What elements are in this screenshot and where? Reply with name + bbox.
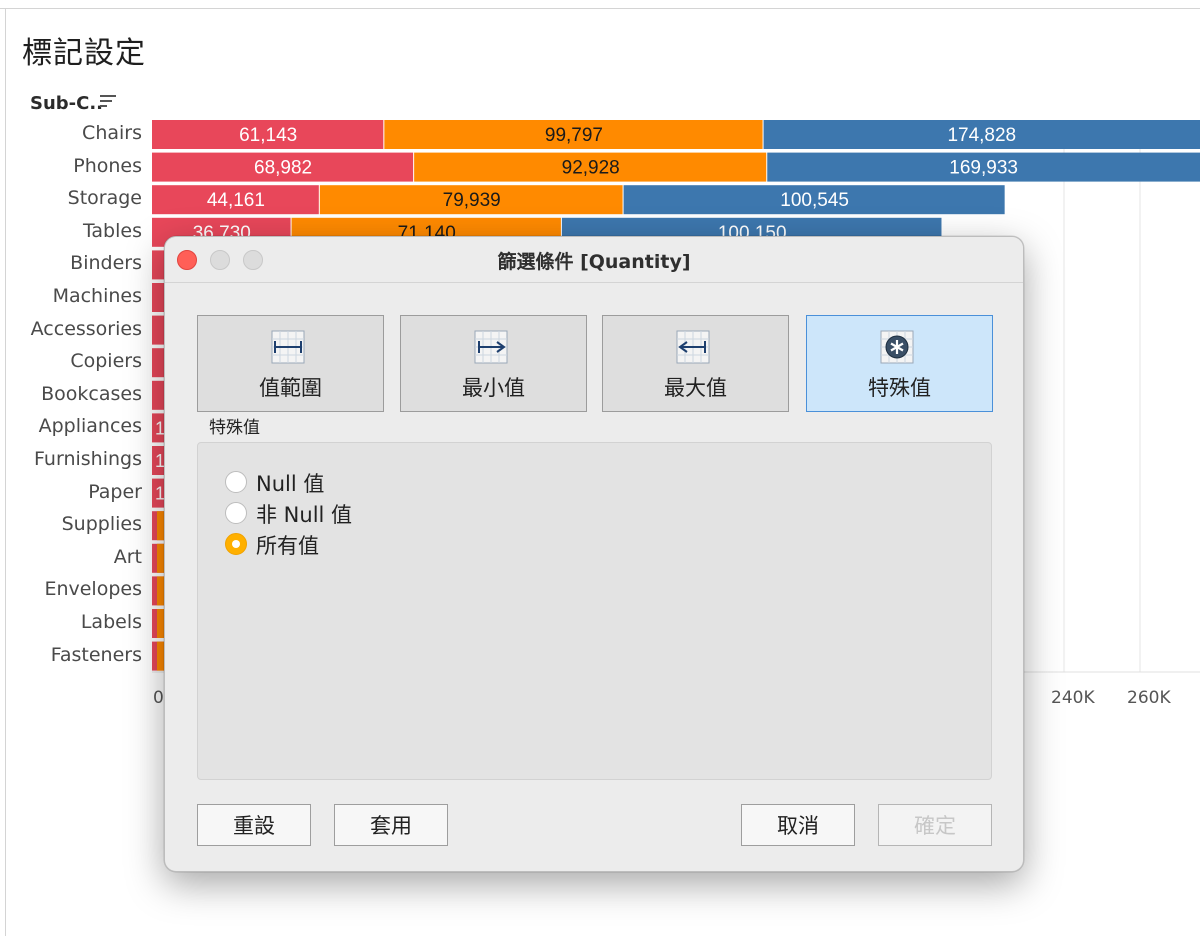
x-axis-tick: 0 (153, 688, 164, 708)
dialog-titlebar[interactable]: 篩選條件 [Quantity] (165, 237, 1023, 283)
radio-label: 非 Null 值 (256, 503, 353, 527)
bar-data-label: 100,545 (780, 190, 849, 211)
bar-data-label: 68,982 (254, 158, 312, 179)
bar-data-label: 169,933 (949, 158, 1018, 179)
category-label: Storage (67, 187, 142, 210)
category-label: Machines (52, 285, 142, 307)
ok-button[interactable]: 確定 (878, 804, 992, 846)
special-icon (880, 330, 914, 364)
bar-segment (157, 511, 164, 541)
dialog-title: 篩選條件 [Quantity] (497, 251, 691, 273)
category-label: Binders (70, 252, 142, 275)
x-axis-tick: 260K (1127, 688, 1171, 708)
bar-segment (152, 250, 164, 280)
tab-special[interactable]: 特殊值 (806, 315, 993, 412)
bar-data-label: 61,143 (239, 125, 297, 146)
radio-label: 所有值 (256, 534, 319, 558)
bar-segment (152, 348, 164, 378)
x-axis-tick: 240K (1051, 688, 1095, 708)
tab-label: 最小值 (462, 376, 525, 400)
category-label: Art (113, 545, 142, 568)
bar-segment (157, 641, 164, 671)
category-label: Copiers (70, 350, 142, 373)
maximum-icon (676, 330, 710, 364)
category-label: Paper (88, 480, 142, 503)
apply-button[interactable]: 套用 (334, 804, 448, 846)
bar-data-label: 174,828 (947, 125, 1016, 146)
tab-range-of-values[interactable]: 值範圍 (197, 315, 384, 412)
bar-data-label: 79,939 (443, 190, 501, 211)
radio-label: Null 值 (256, 472, 325, 496)
reset-button[interactable]: 重設 (197, 804, 311, 846)
tab-minimum[interactable]: 最小值 (400, 315, 587, 412)
bar-data-label: 99,797 (545, 125, 603, 146)
tab-label: 值範圍 (259, 376, 322, 400)
tab-maximum[interactable]: 最大值 (602, 315, 789, 412)
minimum-icon (474, 330, 508, 364)
category-label: Accessories (30, 317, 142, 340)
filter-dialog: 篩選條件 [Quantity] 值範圍 最小值 最大值 特殊值 特殊值 Null… (164, 236, 1024, 872)
cancel-button[interactable]: 取消 (741, 804, 855, 846)
radio-button[interactable] (225, 533, 247, 555)
bar-segment (157, 543, 164, 573)
bar-segment (157, 609, 164, 638)
bar-segment (152, 380, 164, 410)
tab-label: 最大值 (664, 376, 727, 400)
category-label: Chairs (82, 122, 142, 144)
category-label: Tables (82, 219, 142, 242)
radio-button[interactable] (225, 471, 247, 493)
category-label: Envelopes (44, 578, 142, 601)
bar-segment (152, 283, 164, 312)
tab-label: 特殊值 (868, 376, 931, 400)
category-label: Furnishings (34, 448, 142, 470)
category-label: Bookcases (41, 382, 142, 405)
bar-data-label: 92,928 (562, 158, 620, 179)
range-icon (271, 330, 305, 364)
section-caption: 特殊值 (209, 418, 260, 438)
category-label: Appliances (38, 415, 142, 438)
radio-button[interactable] (225, 502, 247, 524)
bar-segment (152, 315, 164, 345)
category-label: Phones (73, 154, 142, 177)
bar-segment (157, 576, 164, 606)
bar-data-label: 44,161 (207, 190, 265, 211)
category-label: Supplies (61, 513, 142, 536)
category-label: Labels (80, 611, 142, 633)
category-label: Fasteners (50, 643, 142, 666)
